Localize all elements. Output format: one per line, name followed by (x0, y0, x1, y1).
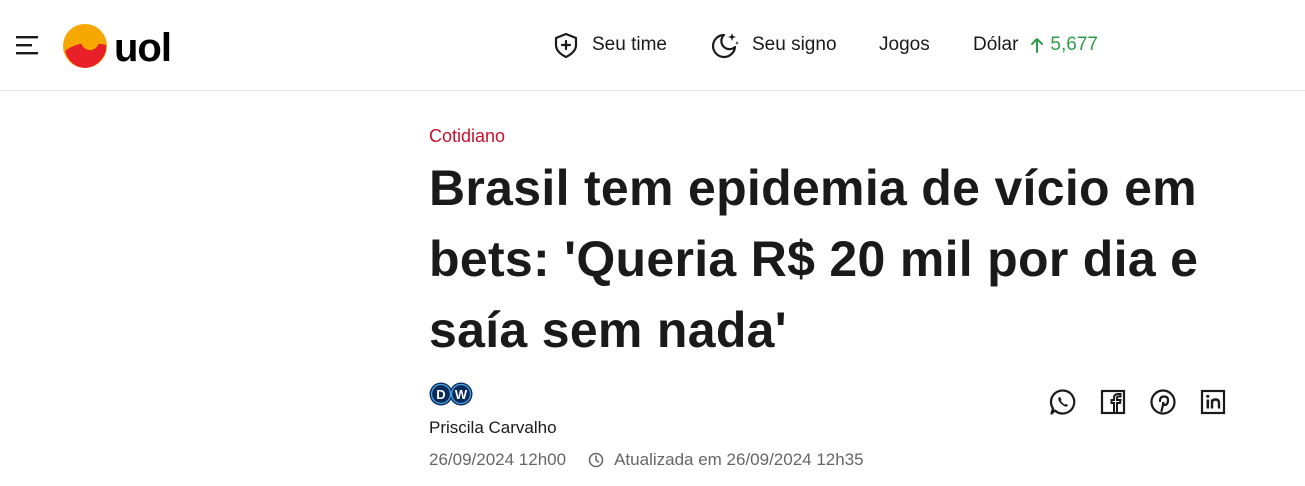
updated-date: Atualizada em 26/09/2024 12h35 (614, 450, 864, 469)
category-link[interactable]: Cotidiano (429, 126, 505, 147)
nav-jogos[interactable]: Jogos (879, 0, 930, 90)
dolar-label: Dólar (973, 34, 1019, 55)
dw-logo-w: W (455, 387, 468, 402)
nav-seu-signo-label: Seu signo (752, 34, 837, 55)
article-dates: 26/09/2024 12h00 Atualizada em 26/09/202… (429, 450, 864, 470)
nav-seu-signo[interactable]: Seu signo (710, 0, 837, 90)
hamburger-menu-icon[interactable] (16, 34, 42, 56)
article-headline: Brasil tem epidemia de vício em bets: 'Q… (429, 160, 1199, 358)
whatsapp-icon[interactable] (1048, 387, 1078, 417)
logo-wordmark: uol (114, 26, 171, 70)
nav-seu-time-label: Seu time (592, 34, 667, 55)
facebook-icon[interactable] (1098, 387, 1128, 417)
dw-logo-d: D (436, 387, 445, 402)
shield-plus-icon (554, 32, 578, 59)
clock-icon (588, 452, 604, 468)
dw-logo[interactable]: D W (429, 381, 473, 412)
dolar-value: 5,677 (1050, 34, 1098, 55)
uol-logo[interactable]: uol (62, 21, 192, 71)
share-bar (1048, 387, 1248, 417)
nav-dolar[interactable]: Dólar 5,677 (973, 0, 1098, 90)
published-date: 26/09/2024 12h00 (429, 450, 567, 469)
arrow-up-icon (1031, 38, 1044, 53)
nav-jogos-label: Jogos (879, 34, 930, 55)
moon-stars-icon (712, 33, 739, 59)
pinterest-icon[interactable] (1148, 387, 1178, 417)
linkedin-icon[interactable] (1198, 387, 1228, 417)
author-name: Priscila Carvalho (429, 418, 557, 437)
nav-seu-time[interactable]: Seu time (552, 0, 667, 90)
site-header: uol Seu time Seu signo Jogos Dólar 5,677 (0, 0, 1305, 91)
